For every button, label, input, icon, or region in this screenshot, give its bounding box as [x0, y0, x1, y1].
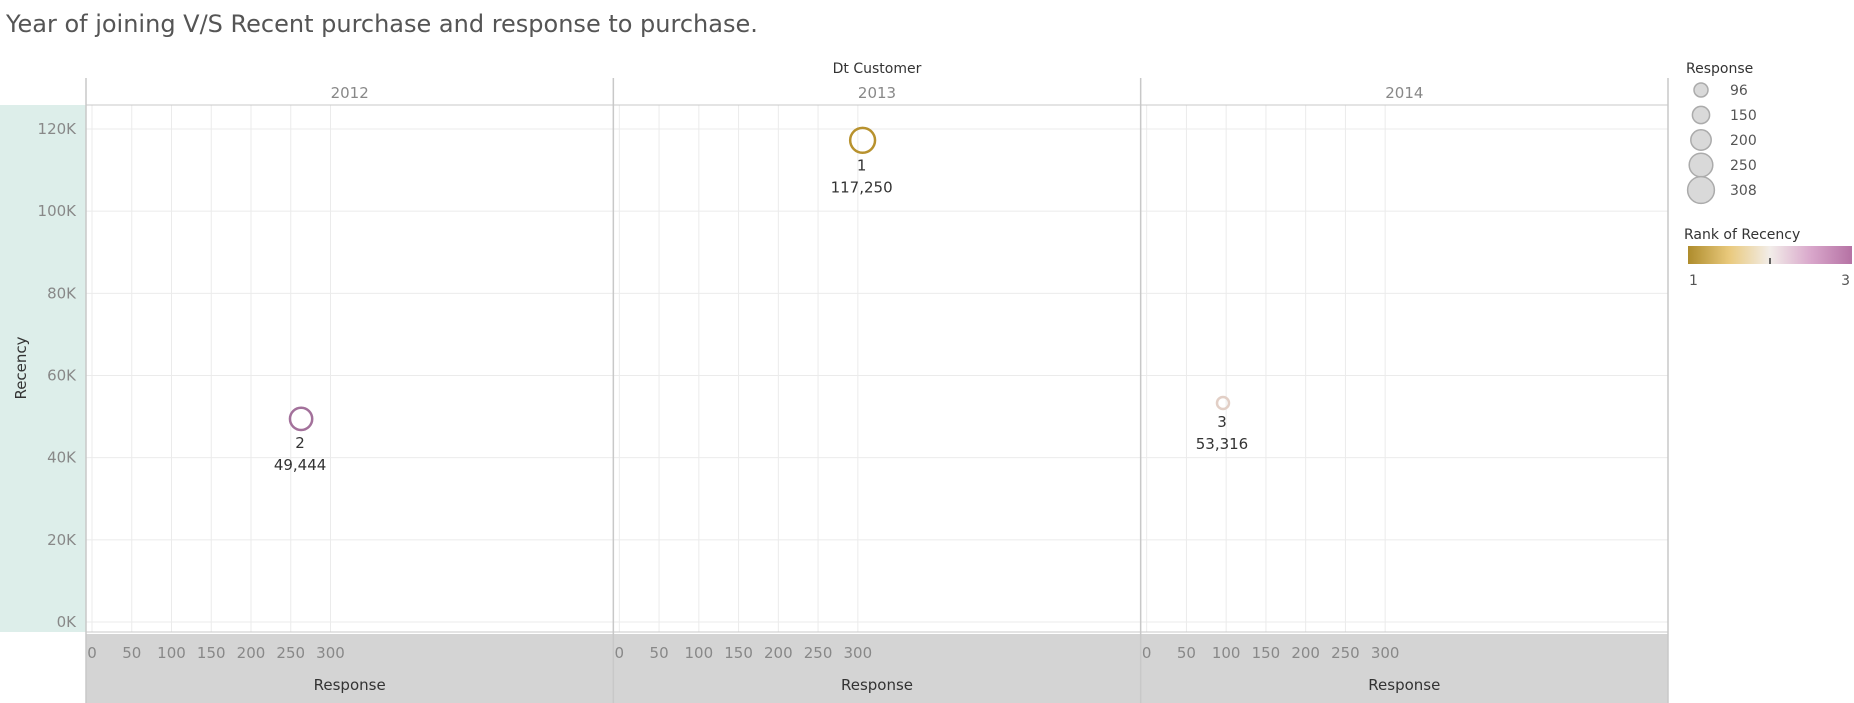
x-axis-title: Response [1368, 676, 1440, 694]
color-legend-min: 1 [1689, 273, 1698, 289]
x-tick-label: 300 [844, 644, 873, 662]
size-legend-label: 250 [1730, 158, 1757, 174]
x-tick-label: 50 [650, 644, 669, 662]
x-axis-title: Response [841, 676, 913, 694]
size-legend-swatch [1686, 175, 1716, 205]
point-value-label: 49,444 [274, 456, 327, 474]
x-tick-label: 0 [87, 644, 97, 662]
x-tick-label: 200 [1291, 644, 1320, 662]
point-rank-label: 1 [857, 157, 867, 175]
size-legend-title: Response [1686, 61, 1753, 77]
x-tick-label: 100 [685, 644, 714, 662]
x-tick-label: 300 [316, 644, 345, 662]
x-tick-label: 50 [122, 644, 141, 662]
size-legend-label: 308 [1730, 183, 1757, 199]
point-value-label: 117,250 [831, 179, 893, 197]
y-tick-label: 0K [57, 613, 78, 631]
x-tick-label: 200 [764, 644, 793, 662]
data-point [288, 406, 314, 432]
x-tick-label: 250 [804, 644, 833, 662]
y-axis-title: Recency [12, 336, 30, 399]
x-tick-label: 250 [1331, 644, 1360, 662]
panel-label: 2012 [331, 84, 369, 102]
point-rank-label: 3 [1217, 413, 1227, 431]
y-tick-label: 120K [38, 120, 78, 138]
size-legend-swatch [1688, 152, 1714, 178]
column-header: Dt Customer [833, 61, 922, 77]
panel-label: 2013 [858, 84, 896, 102]
y-tick-label: 40K [47, 449, 77, 467]
scatter-chart: Dt Customer20120 50 100 150 200 250 300Respons… [0, 61, 1852, 703]
x-tick-label: 300 [1371, 644, 1400, 662]
y-tick-label: 20K [47, 531, 77, 549]
x-tick-label: 0 [615, 644, 625, 662]
x-tick-label: 150 [1252, 644, 1281, 662]
x-tick-label: 50 [1177, 644, 1196, 662]
x-tick-label: 100 [1212, 644, 1241, 662]
size-legend-swatch [1691, 105, 1711, 125]
data-point [848, 126, 877, 154]
y-tick-label: 80K [47, 284, 77, 302]
size-legend-swatch [1690, 129, 1712, 151]
panel-label: 2014 [1385, 84, 1423, 102]
x-axis-title: Response [314, 676, 386, 694]
y-tick-label: 60K [47, 367, 77, 385]
size-legend-swatch [1693, 82, 1709, 98]
size-legend-label: 200 [1730, 133, 1757, 149]
y-tick-label: 100K [38, 202, 78, 220]
point-rank-label: 2 [295, 434, 305, 452]
color-legend-max: 3 [1841, 273, 1850, 289]
x-tick-label: 150 [724, 644, 753, 662]
data-point [1215, 395, 1231, 411]
x-tick-label: 250 [276, 644, 305, 662]
color-legend-title: Rank of Recency [1684, 227, 1800, 243]
x-tick-label: 0 [1142, 644, 1152, 662]
x-tick-label: 100 [157, 644, 186, 662]
point-value-label: 53,316 [1196, 435, 1249, 453]
size-legend-label: 150 [1730, 108, 1757, 124]
x-tick-label: 150 [197, 644, 226, 662]
size-legend-label: 96 [1730, 83, 1748, 99]
x-tick-label: 200 [237, 644, 266, 662]
